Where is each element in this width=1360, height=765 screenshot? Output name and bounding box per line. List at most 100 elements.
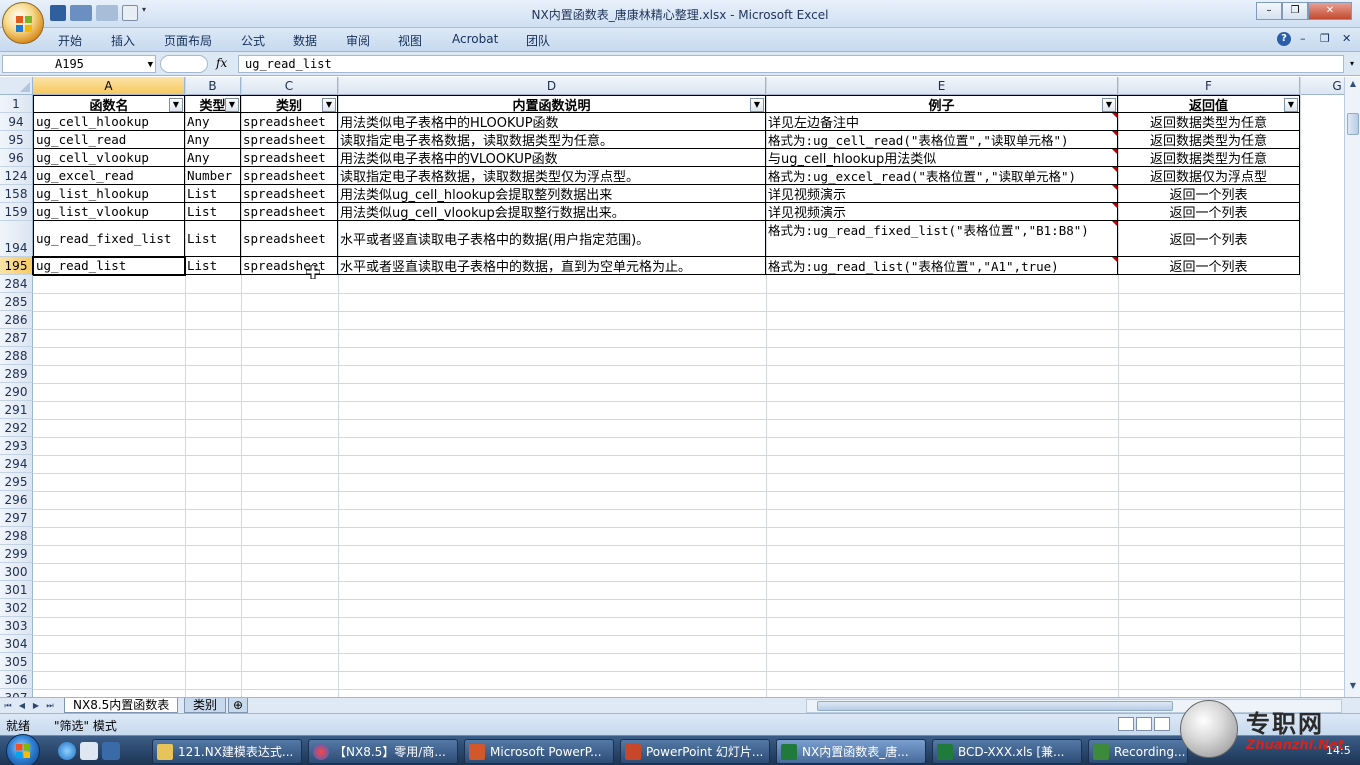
tab-team[interactable]: 团队 bbox=[526, 32, 550, 49]
cell-return-value[interactable]: 返回一个列表 bbox=[1118, 185, 1300, 203]
workbook-restore-icon[interactable]: ❐ bbox=[1320, 32, 1330, 45]
cell-type[interactable]: Number bbox=[185, 167, 241, 185]
vertical-scroll-thumb[interactable] bbox=[1347, 113, 1359, 135]
cell-return-value[interactable]: 返回一个列表 bbox=[1118, 203, 1300, 221]
page-layout-view-icon[interactable] bbox=[1136, 717, 1152, 731]
row-header[interactable]: 289 bbox=[0, 365, 33, 383]
cell-description[interactable]: 水平或者竖直读取电子表格中的数据，直到为空单元格为止。 bbox=[338, 257, 766, 275]
row-header[interactable]: 293 bbox=[0, 437, 33, 455]
header-cell-description[interactable]: 内置函数说明 ▼ bbox=[338, 95, 766, 113]
row-header[interactable]: 124 bbox=[0, 167, 33, 185]
column-header-e[interactable]: E bbox=[766, 77, 1118, 95]
row-header[interactable]: 305 bbox=[0, 653, 33, 671]
show-desktop-icon[interactable] bbox=[80, 742, 98, 760]
row-header[interactable]: 1 bbox=[0, 95, 33, 113]
column-header-f[interactable]: F bbox=[1118, 77, 1300, 95]
filter-dropdown-icon[interactable]: ▼ bbox=[1284, 98, 1298, 112]
insert-function-icon[interactable]: fx bbox=[216, 56, 227, 70]
workbook-close-icon[interactable]: ✕ bbox=[1342, 32, 1351, 45]
cell-type[interactable]: List bbox=[185, 257, 241, 275]
cell-return-value[interactable]: 返回数据仅为浮点型 bbox=[1118, 167, 1300, 185]
sheet-tab-category[interactable]: 类别 bbox=[184, 698, 227, 713]
cell-description[interactable]: 读取指定电子表格数据，读取数据类型仅为浮点型。 bbox=[338, 167, 766, 185]
row-header[interactable]: 307 bbox=[0, 689, 33, 697]
office-button[interactable] bbox=[2, 2, 44, 44]
row-header[interactable]: 300 bbox=[0, 563, 33, 581]
cell-function-name[interactable]: ug_cell_hlookup bbox=[33, 113, 185, 131]
row-header[interactable]: 298 bbox=[0, 527, 33, 545]
cell-example[interactable]: 格式为:ug_excel_read("表格位置","读取单元格") bbox=[766, 167, 1118, 185]
horizontal-scroll-thumb[interactable] bbox=[817, 701, 1173, 711]
cell-function-name[interactable]: ug_cell_vlookup bbox=[33, 149, 185, 167]
taskbar-item[interactable]: 【NX8.5】零用/商... bbox=[308, 739, 458, 764]
header-cell-example[interactable]: 例子 ▼ bbox=[766, 95, 1118, 113]
close-button[interactable]: ✕ bbox=[1308, 2, 1352, 20]
cell-description[interactable]: 水平或者竖直读取电子表格中的数据(用户指定范围)。 bbox=[338, 221, 766, 257]
cell-type[interactable]: List bbox=[185, 203, 241, 221]
row-header[interactable]: 284 bbox=[0, 275, 33, 293]
cell-return-value[interactable]: 返回数据类型为任意 bbox=[1118, 113, 1300, 131]
tab-data[interactable]: 数据 bbox=[293, 32, 317, 49]
start-button[interactable] bbox=[6, 734, 40, 765]
taskbar-item[interactable]: 121.NX建模表达式... bbox=[152, 739, 302, 764]
cell-type[interactable]: Any bbox=[185, 113, 241, 131]
page-break-view-icon[interactable] bbox=[1154, 717, 1170, 731]
filter-dropdown-icon[interactable]: ▼ bbox=[169, 98, 183, 112]
minimize-button[interactable]: – bbox=[1256, 2, 1282, 20]
column-header-b[interactable]: B bbox=[185, 77, 241, 95]
filter-dropdown-icon[interactable]: ▼ bbox=[225, 98, 239, 112]
row-header[interactable]: 296 bbox=[0, 491, 33, 509]
row-header[interactable]: 194 bbox=[0, 221, 33, 257]
taskbar-item[interactable]: PowerPoint 幻灯片... bbox=[620, 739, 770, 764]
header-cell-type[interactable]: 类型 ▼ bbox=[185, 95, 241, 113]
workbook-minimize-icon[interactable]: – bbox=[1300, 32, 1306, 45]
row-header[interactable]: 158 bbox=[0, 185, 33, 203]
cell-category[interactable]: spreadsheet bbox=[241, 131, 338, 149]
row-header[interactable]: 306 bbox=[0, 671, 33, 689]
cell-function-name[interactable]: ug_list_vlookup bbox=[33, 203, 185, 221]
row-header[interactable]: 299 bbox=[0, 545, 33, 563]
cell-function-name[interactable]: ug_read_fixed_list bbox=[33, 221, 185, 257]
cell-example[interactable]: 与ug_cell_hlookup用法类似 bbox=[766, 149, 1118, 167]
cell-category[interactable]: spreadsheet bbox=[241, 185, 338, 203]
cell-example[interactable]: 格式为:ug_cell_read("表格位置","读取单元格") bbox=[766, 131, 1118, 149]
cell-description[interactable]: 用法类似电子表格中的HLOOKUP函数 bbox=[338, 113, 766, 131]
name-box[interactable]: A195 ▼ bbox=[2, 55, 156, 73]
cell-category[interactable]: spreadsheet bbox=[241, 113, 338, 131]
cell-return-value[interactable]: 返回一个列表 bbox=[1118, 257, 1300, 275]
filter-dropdown-icon[interactable]: ▼ bbox=[750, 98, 764, 112]
row-header[interactable]: 285 bbox=[0, 293, 33, 311]
select-all-button[interactable] bbox=[0, 77, 33, 95]
tab-view[interactable]: 视图 bbox=[398, 32, 422, 49]
tab-acrobat[interactable]: Acrobat bbox=[452, 32, 498, 46]
help-icon[interactable]: ? bbox=[1277, 32, 1291, 46]
taskbar-item[interactable]: Recording... bbox=[1088, 739, 1188, 764]
insert-sheet-icon[interactable]: ⊕ bbox=[228, 698, 249, 713]
scroll-down-icon[interactable]: ▼ bbox=[1347, 681, 1359, 695]
row-header[interactable]: 292 bbox=[0, 419, 33, 437]
tab-review[interactable]: 审阅 bbox=[346, 32, 370, 49]
cell-category[interactable]: spreadsheet bbox=[241, 167, 338, 185]
row-header[interactable]: 301 bbox=[0, 581, 33, 599]
row-header[interactable]: 287 bbox=[0, 329, 33, 347]
cell-category[interactable]: spreadsheet bbox=[241, 221, 338, 257]
cell-type[interactable]: Any bbox=[185, 131, 241, 149]
cell-category[interactable]: spreadsheet bbox=[241, 149, 338, 167]
column-header-a[interactable]: A bbox=[33, 77, 185, 95]
formula-bar-resize-handle[interactable] bbox=[160, 55, 208, 73]
taskbar-item-active[interactable]: NX内置函数表_唐... bbox=[776, 739, 926, 764]
cell-return-value[interactable]: 返回数据类型为任意 bbox=[1118, 131, 1300, 149]
cell-type[interactable]: List bbox=[185, 221, 241, 257]
restore-button[interactable]: ❐ bbox=[1282, 2, 1308, 20]
column-header-g[interactable]: G bbox=[1300, 77, 1344, 95]
cell-description[interactable]: 用法类似ug_cell_vlookup会提取整行数据出来。 bbox=[338, 203, 766, 221]
next-sheet-icon[interactable]: ▶ bbox=[30, 699, 42, 712]
row-header[interactable]: 94 bbox=[0, 113, 33, 131]
cell-type[interactable]: Any bbox=[185, 149, 241, 167]
row-header[interactable]: 290 bbox=[0, 383, 33, 401]
tab-formulas[interactable]: 公式 bbox=[241, 32, 265, 49]
tab-home[interactable]: 开始 bbox=[58, 32, 82, 49]
filter-active-icon[interactable]: ▼ bbox=[322, 98, 336, 112]
row-header[interactable]: 286 bbox=[0, 311, 33, 329]
cell-category[interactable]: spreadsheet bbox=[241, 257, 338, 275]
